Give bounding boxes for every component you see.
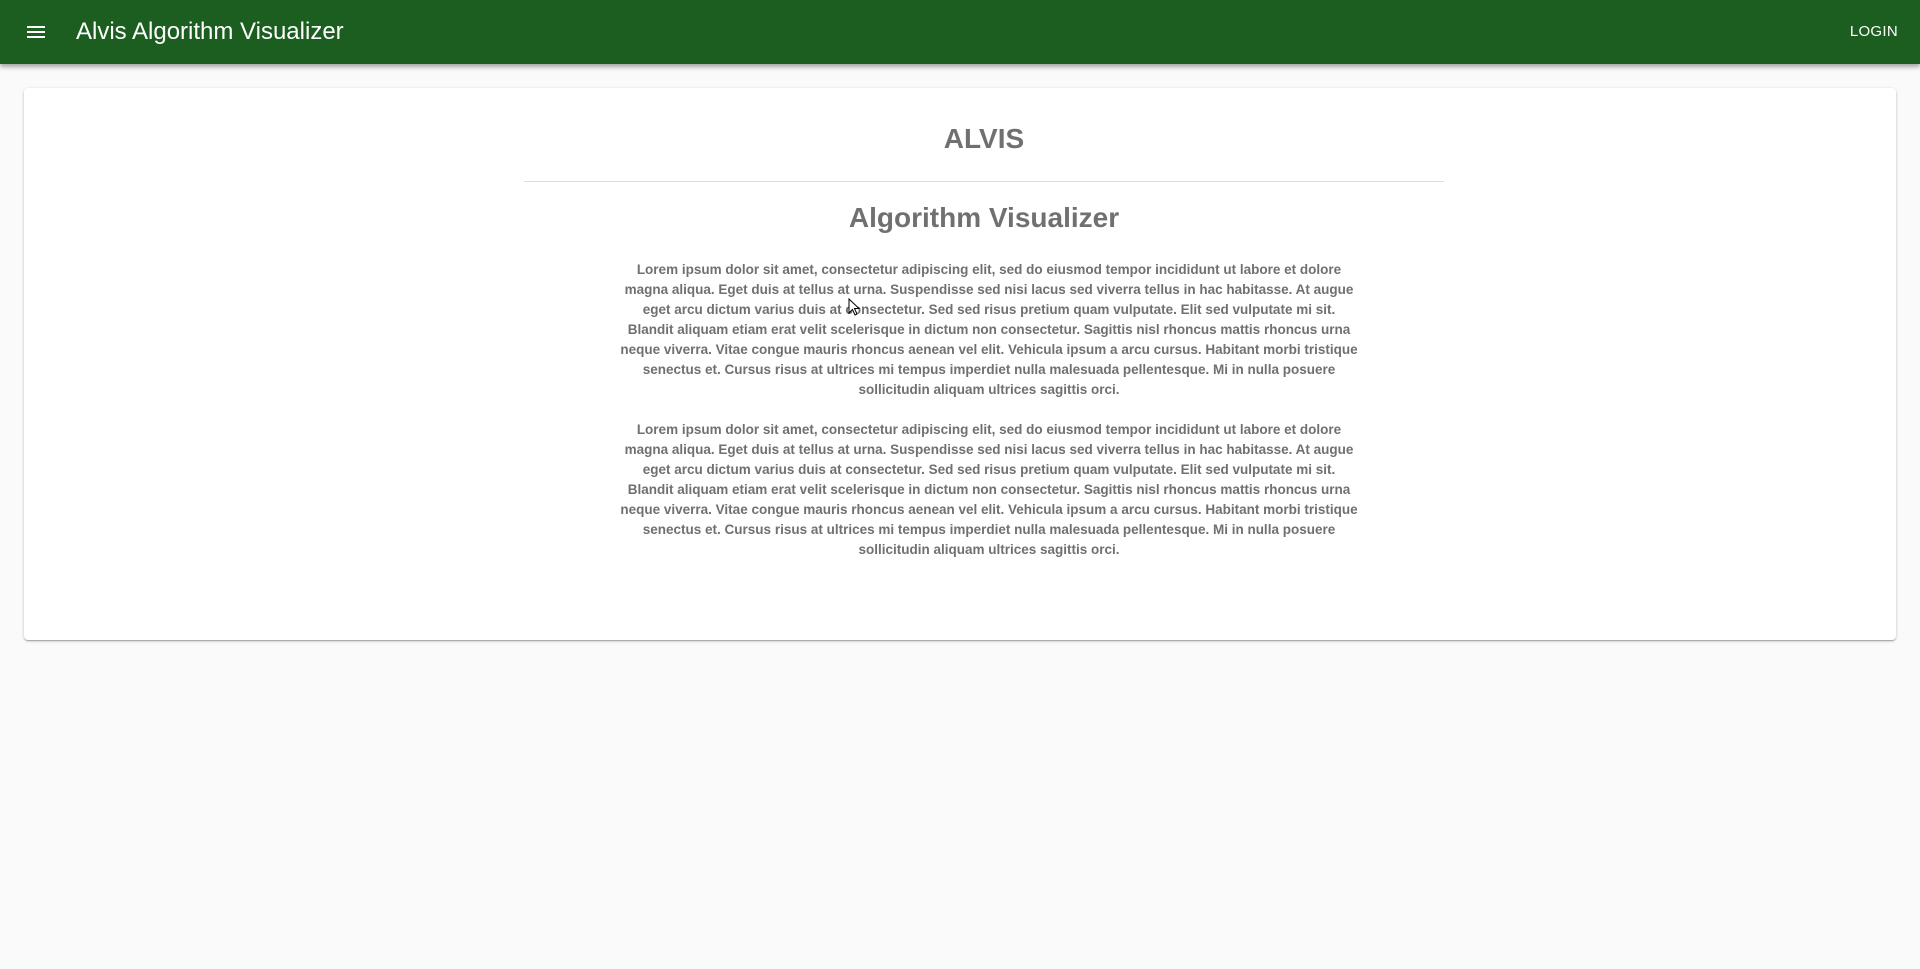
- login-button[interactable]: LOGIN: [1842, 14, 1906, 50]
- app-bar: Alvis Algorithm Visualizer LOGIN: [0, 0, 1920, 64]
- divider: [524, 181, 1444, 182]
- intro-paragraph: Lorem ipsum dolor sit amet, consectetur …: [620, 422, 1358, 557]
- brand-heading: ALVIS: [943, 123, 1025, 154]
- app-title: Alvis Algorithm Visualizer: [76, 18, 344, 45]
- menu-button[interactable]: [12, 8, 60, 56]
- content-card: ALVIS Algorithm Visualizer Lorem ipsum d…: [24, 88, 1896, 640]
- intro-paragraph: Lorem ipsum dolor sit amet, consectetur …: [620, 262, 1358, 397]
- menu-icon: [27, 26, 45, 38]
- subtitle-heading: Algorithm Visualizer: [848, 202, 1120, 233]
